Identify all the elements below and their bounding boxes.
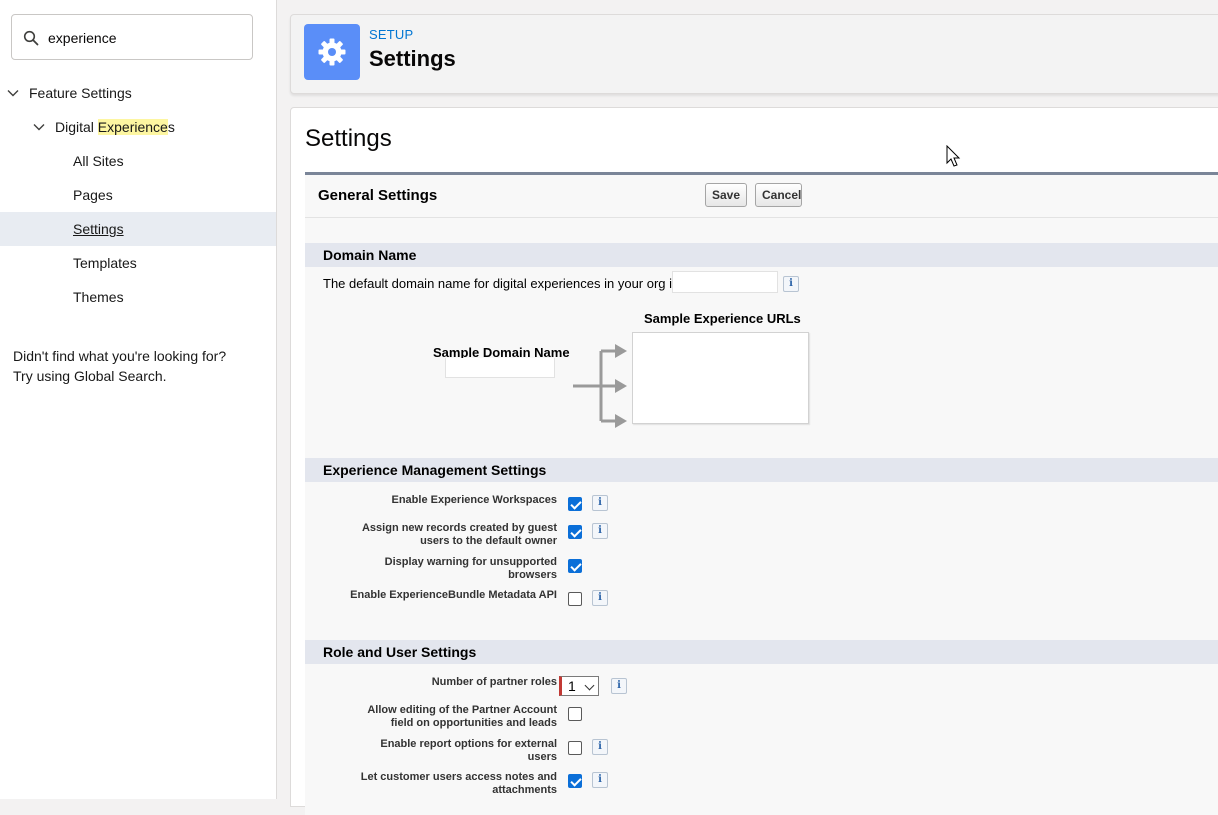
section-role-user: Role and User Settings [305,640,1218,664]
sample-urls-box [632,332,809,424]
label-prefix: Digital [55,119,98,135]
sidebar-item-label: Pages [73,187,113,203]
domain-name-field [672,271,778,293]
checkbox-assign-guest-records[interactable] [568,525,582,539]
field-label-unsupported-browsers: Display warning for unsupported browsers [385,556,557,582]
field-label-experience-bundle-api: Enable ExperienceBundle Metadata API [350,589,557,602]
cancel-button[interactable]: Cancel [755,183,802,207]
label-line: users to the default owner [420,535,557,547]
label-line: browsers [508,569,557,581]
block-header: General Settings Save Cancel [305,175,1218,218]
tree-digital-experiences[interactable]: Digital Experiences [0,110,276,144]
sidebar-item-themes[interactable]: Themes [0,280,276,314]
domain-description: The default domain name for digital expe… [323,276,679,291]
setup-sidebar: Feature Settings Digital Experiences All… [0,0,277,799]
quick-find-input[interactable] [48,26,243,50]
tree-feature-settings-label: Feature Settings [29,85,132,101]
chevron-down-icon[interactable] [33,121,45,133]
checkbox-experience-bundle-api[interactable] [568,592,582,606]
field-label-partner-account-editing: Allow editing of the Partner Account fiel… [367,704,557,730]
checkbox-unsupported-browsers[interactable] [568,559,582,573]
info-icon[interactable]: i [592,495,608,511]
help-line-1: Didn't find what you're looking for? [13,348,227,364]
checkbox-partner-account-editing[interactable] [568,707,582,721]
field-label-external-report-options: Enable report options for external users [380,738,557,764]
chevron-down-icon [584,680,595,691]
chevron-down-icon[interactable] [7,87,19,99]
label-line: users [527,751,557,763]
label-suffix: s [167,119,175,135]
page-title: Settings [305,125,392,152]
main-content: Settings General Settings Save Cancel Do… [290,107,1218,815]
section-domain-name: Domain Name [305,243,1218,267]
section-experience-management: Experience Management Settings [305,458,1218,482]
sidebar-item-settings[interactable]: Settings [0,212,276,246]
no-results-help: Didn't find what you're looking for? Try… [13,346,263,386]
field-label-partner-roles: Number of partner roles [432,676,557,689]
checkbox-notes-attachments[interactable] [568,774,582,788]
partner-roles-select[interactable]: 1 [559,676,599,696]
field-label-enable-workspaces: Enable Experience Workspaces [392,494,558,507]
info-icon[interactable]: i [783,276,799,292]
label-line: Display warning for unsupported [384,556,557,568]
sidebar-item-pages[interactable]: Pages [0,178,276,212]
label-line: Assign new records created by guest [361,522,557,534]
header-title: Settings [369,46,456,71]
label-line: Enable ExperienceBundle Metadata API [350,589,557,601]
label-line: Enable Experience Workspaces [391,494,558,506]
info-icon[interactable]: i [592,590,608,606]
sample-domain-box [445,358,555,378]
sidebar-item-templates[interactable]: Templates [0,246,276,280]
label-line: field on opportunities and leads [390,717,557,729]
search-icon [23,30,39,46]
info-icon[interactable]: i [592,739,608,755]
sample-urls-label: Sample Experience URLs [644,311,801,326]
sidebar-item-label: All Sites [73,153,124,169]
checkbox-enable-workspaces[interactable] [568,497,582,511]
general-settings-block: General Settings Save Cancel Domain Name… [305,172,1218,815]
gear-icon [318,38,346,66]
tree-digital-experiences-label: Digital Experiences [55,119,175,135]
sidebar-item-label: Templates [73,255,137,271]
field-label-notes-attachments: Let customer users access notes and attac… [361,771,557,797]
search-match-highlight: Experience [97,119,168,135]
info-icon[interactable]: i [592,772,608,788]
mouse-cursor-icon [946,145,961,167]
sidebar-item-label: Themes [73,289,124,305]
partner-roles-value: 1 [568,678,576,694]
save-button[interactable]: Save [705,183,747,207]
label-line: attachments [492,784,557,796]
branch-arrows-icon [573,344,627,428]
quick-find-box[interactable] [11,14,253,60]
sidebar-item-all-sites[interactable]: All Sites [0,144,276,178]
field-label-assign-guest-records: Assign new records created by guest users… [362,522,557,548]
tree-feature-settings[interactable]: Feature Settings [0,76,276,110]
label-line: Allow editing of the Partner Account [367,704,557,716]
help-line-2: Try using Global Search. [13,368,167,384]
checkbox-external-report-options[interactable] [568,741,582,755]
info-icon[interactable]: i [592,523,608,539]
label-line: Number of partner roles [431,676,557,688]
setup-icon-tile [304,24,360,80]
info-icon[interactable]: i [611,678,627,694]
label-line: Enable report options for external [380,738,557,750]
page-header: SETUP Settings [290,14,1218,94]
header-eyebrow: SETUP [369,27,414,42]
sidebar-item-label: Settings [73,221,124,237]
block-title: General Settings [318,187,438,204]
label-line: Let customer users access notes and [360,771,557,783]
